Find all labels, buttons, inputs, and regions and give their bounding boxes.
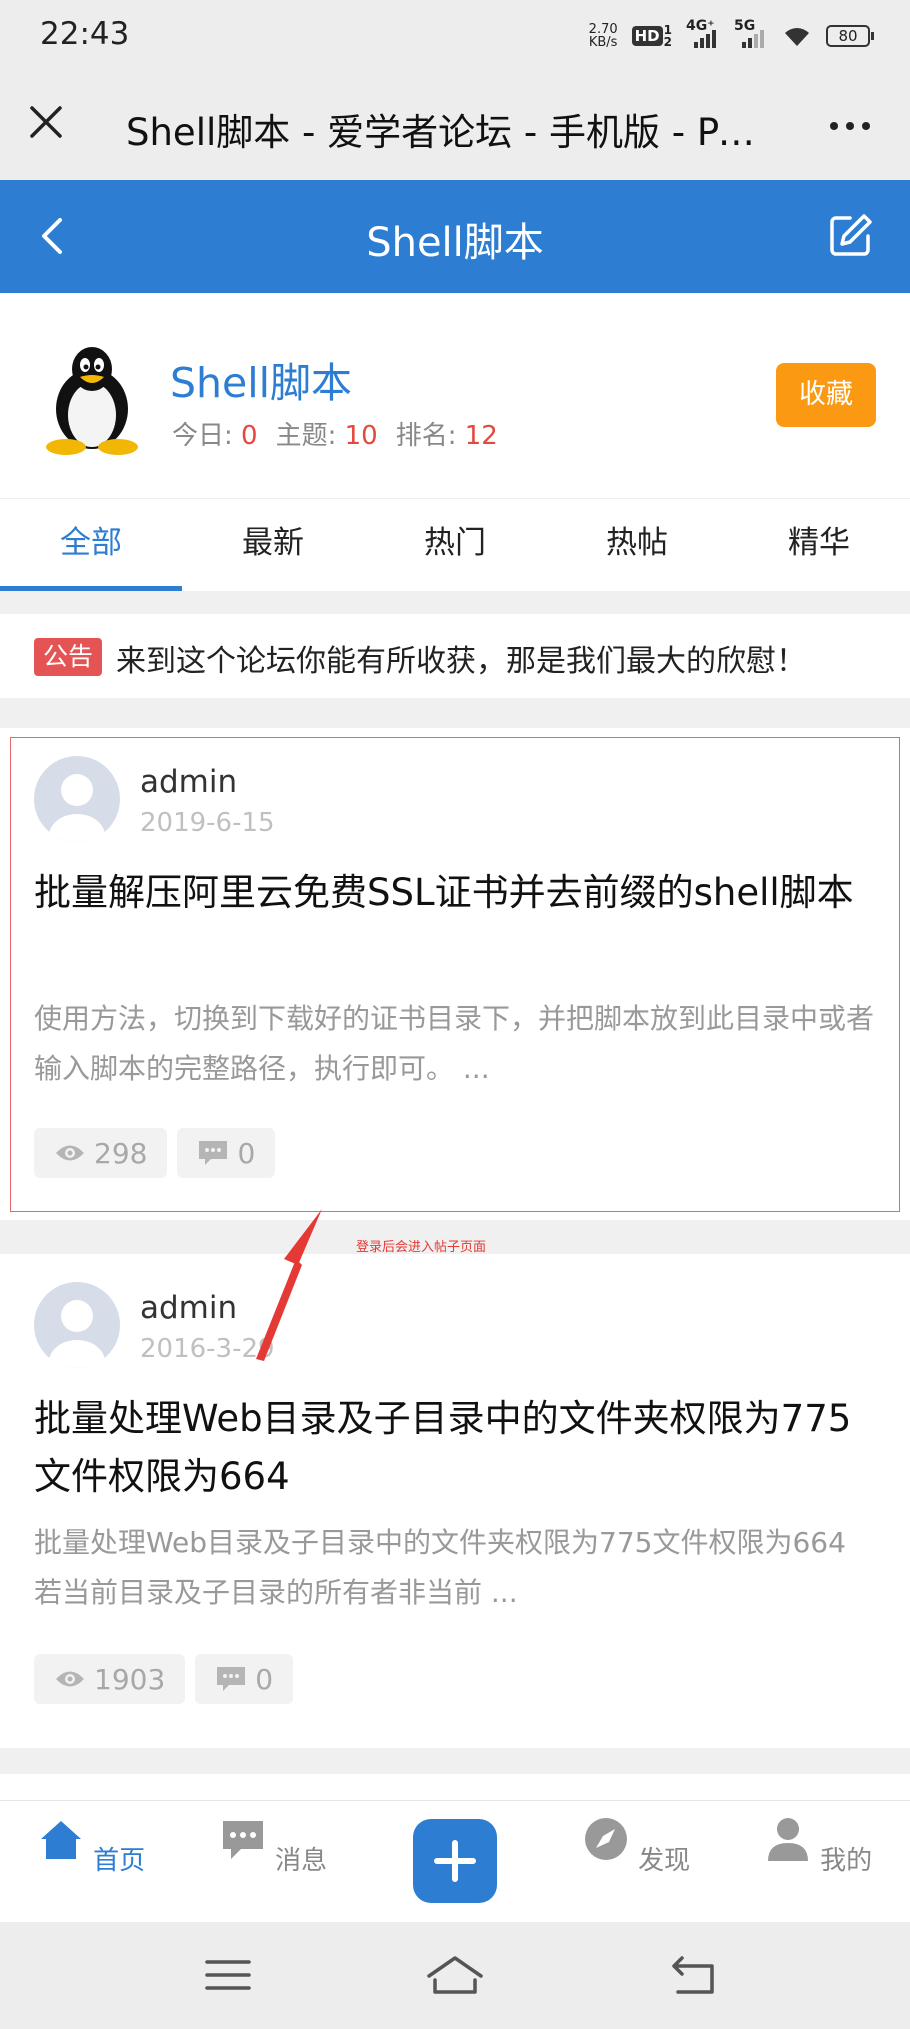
- user-icon: [767, 1818, 808, 1861]
- nav-home[interactable]: 首页: [31, 1815, 151, 1877]
- divider: [0, 698, 910, 728]
- filter-tabs: 全部 最新 热门 热帖 精华: [0, 498, 910, 591]
- post-meta: 1903 0: [34, 1654, 294, 1704]
- rank-value: 12: [464, 421, 498, 451]
- signal-icon-4g: 4G⁺: [686, 18, 720, 48]
- tab-digest[interactable]: 精华: [728, 499, 910, 591]
- menu-icon[interactable]: [203, 1952, 253, 1998]
- page-title: Shell脚本: [366, 220, 544, 266]
- annotation-arrow-icon: [256, 1209, 322, 1361]
- status-time: 22:43: [40, 16, 130, 52]
- comment-icon: [217, 1667, 246, 1691]
- back-button-icon[interactable]: [668, 1952, 718, 1998]
- topics-count: 10: [344, 421, 378, 451]
- forum-info: Shell脚本 今日: 0 主题: 10 排名: 12 收藏: [0, 293, 910, 498]
- list-item-partial: [0, 1774, 910, 1800]
- new-post-button[interactable]: [413, 1819, 497, 1903]
- more-menu-icon[interactable]: [830, 122, 870, 130]
- nav-messages[interactable]: 消息: [213, 1815, 333, 1877]
- home-button-icon[interactable]: [425, 1952, 485, 1998]
- today-count: 0: [241, 421, 258, 451]
- system-nav-bar: [0, 1922, 910, 2029]
- notice-text: 来到这个论坛你能有所收获，那是我们最大的欣慰！: [116, 644, 806, 679]
- tab-all[interactable]: 全部: [0, 499, 182, 591]
- post-summary: 批量处理Web目录及子目录中的文件夹权限为775文件权限为664 若当前目录及子…: [34, 1526, 846, 1609]
- home-icon: [40, 1821, 81, 1859]
- views-count: 1903: [34, 1654, 186, 1704]
- chat-icon: [222, 1821, 263, 1859]
- hd-icon: HD 1 2: [631, 24, 672, 48]
- tux-penguin-logo: [46, 347, 138, 455]
- plus-icon: [434, 1840, 476, 1882]
- highlight-box: [10, 737, 900, 1212]
- wifi-icon: [785, 28, 809, 46]
- nav-discover[interactable]: 发现: [576, 1815, 696, 1877]
- replies-count: 0: [195, 1654, 294, 1704]
- nav-me[interactable]: 我的: [758, 1815, 878, 1877]
- net-speed: 2.70 KB/s: [588, 22, 618, 50]
- favorite-button[interactable]: 收藏: [776, 363, 876, 427]
- battery-icon: 80: [826, 25, 874, 47]
- compass-icon: [584, 1818, 627, 1860]
- forum-name[interactable]: Shell脚本: [170, 349, 352, 409]
- avatar[interactable]: [34, 1282, 120, 1368]
- browser-page-title: Shell脚本 - 爱学者论坛 - 手机版 - Powered by Discu…: [126, 111, 766, 154]
- annotation-text: 登录后会进入帖子页面: [356, 1240, 487, 1255]
- forum-stats: 今日: 0 主题: 10 排名: 12: [172, 421, 498, 451]
- list-item[interactable]: admin 2016-3-29 批量处理Web目录及子目录中的文件夹权限为775…: [0, 1254, 910, 1748]
- divider: [0, 1748, 910, 1774]
- post-author[interactable]: admin: [140, 1290, 237, 1326]
- divider: [0, 591, 910, 614]
- close-icon[interactable]: [28, 104, 64, 140]
- eye-icon: [56, 1671, 84, 1687]
- notice-bar: 公告 来到这个论坛你能有所收获，那是我们最大的欣慰！: [0, 614, 910, 698]
- tab-latest[interactable]: 最新: [182, 499, 364, 591]
- app-header: Shell脚本: [0, 180, 910, 293]
- status-icons: 2.70 KB/s HD 1 2 4G⁺ 5G 80: [588, 18, 874, 54]
- signal-icon-5g: 5G: [734, 18, 768, 48]
- tab-hot-threads[interactable]: 热帖: [546, 499, 728, 591]
- notice-badge: 公告: [34, 638, 102, 676]
- post-title[interactable]: 批量处理Web目录及子目录中的文件夹权限为775文件权限为664: [34, 1390, 874, 1506]
- tab-popular[interactable]: 热门: [364, 499, 546, 591]
- bottom-nav: 首页 消息 发现 我的: [0, 1800, 910, 1922]
- edit-icon[interactable]: [828, 212, 874, 258]
- status-bar: 22:43 2.70 KB/s HD 1 2 4G⁺ 5G 80: [0, 0, 910, 72]
- browser-bar: Shell脚本 - 爱学者论坛 - 手机版 - Powered by Discu…: [0, 72, 910, 180]
